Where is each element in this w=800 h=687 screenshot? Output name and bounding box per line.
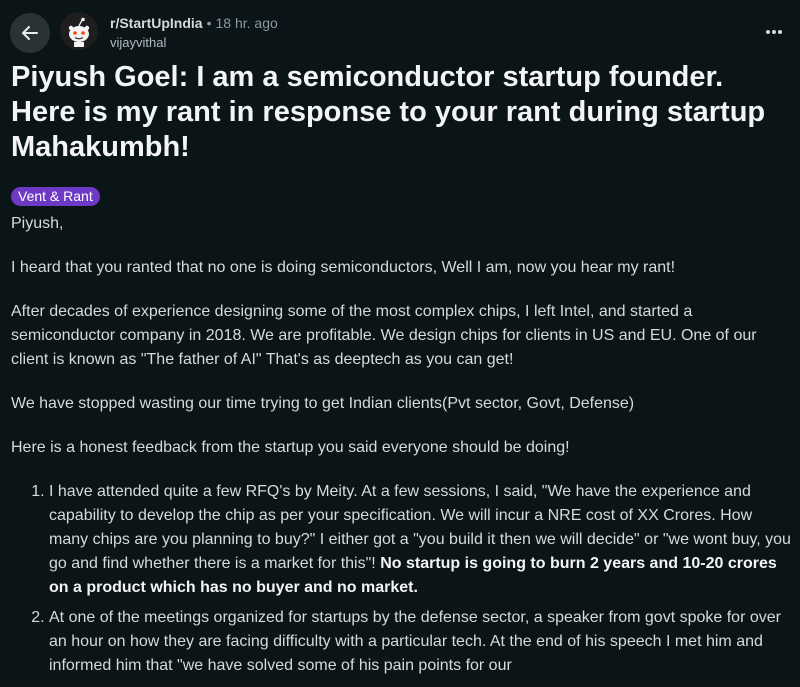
paragraph: We have stopped wasting our time trying … [11, 395, 635, 412]
list-item: At one of the meetings organized for sta… [49, 606, 791, 678]
post-title: Piyush Goel: I am a semiconductor startu… [11, 61, 766, 163]
post-flair[interactable]: Vent & Rant [11, 187, 100, 206]
arrow-left-icon [22, 26, 38, 40]
meta-separator: • [206, 15, 212, 31]
ellipsis-icon [766, 30, 782, 34]
author-link[interactable]: vijayvithal [110, 35, 166, 50]
paragraph: Here is a honest feedback from the start… [11, 439, 570, 456]
more-options-button[interactable] [762, 22, 786, 42]
subreddit-link[interactable]: r/StartUpIndia [110, 15, 203, 31]
post-header: r/StartUpIndia • 18 hr. ago vijayvithal [0, 0, 800, 60]
snoo-logo-icon [60, 12, 98, 50]
numbered-list: I have attended quite a few RFQ's by Mei… [11, 480, 791, 678]
post-body: Piyush, I heard that you ranted that no … [11, 212, 791, 684]
list-item-text: At one of the meetings organized for sta… [49, 609, 781, 674]
paragraph: I heard that you ranted that no one is d… [11, 259, 676, 276]
subreddit-avatar[interactable] [60, 12, 98, 50]
paragraph: After decades of experience designing so… [11, 303, 757, 368]
post-time: 18 hr. ago [215, 15, 278, 31]
list-item: I have attended quite a few RFQ's by Mei… [49, 480, 791, 600]
back-button[interactable] [10, 13, 50, 53]
paragraph: Piyush, [11, 215, 64, 232]
post-meta: r/StartUpIndia • 18 hr. ago [110, 14, 278, 32]
